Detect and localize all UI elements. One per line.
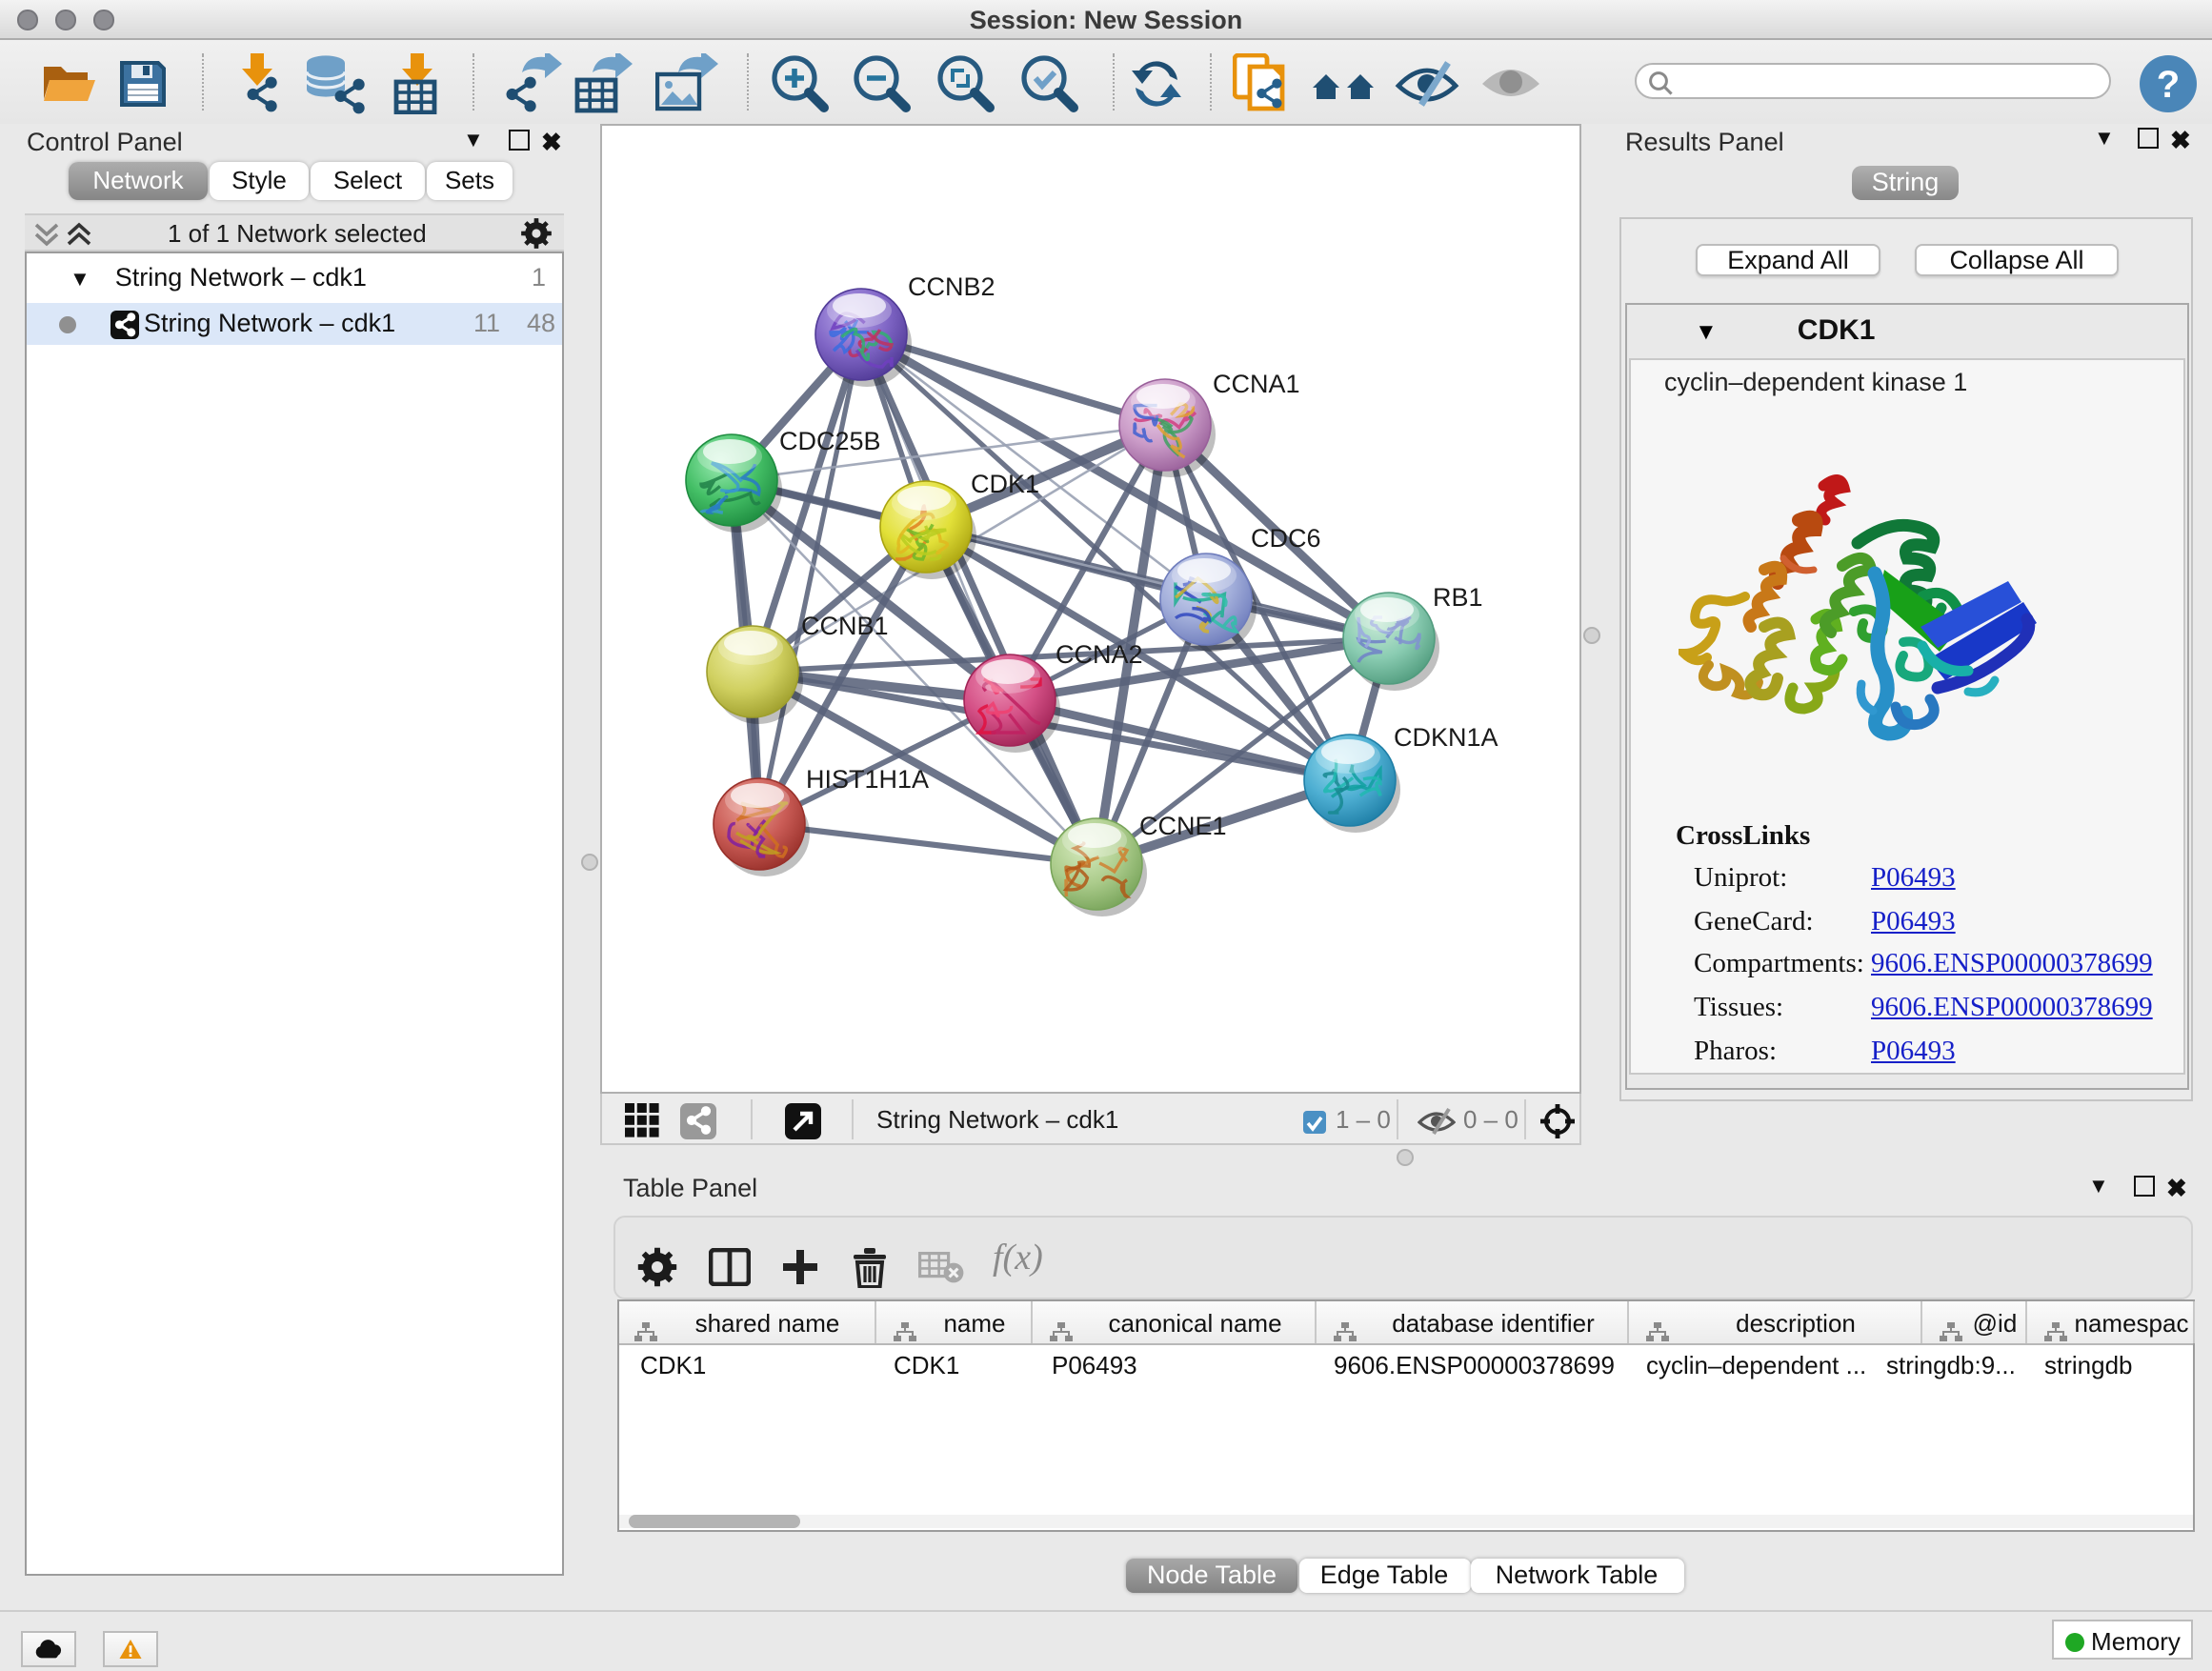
svg-text:CDKN1A: CDKN1A	[1394, 723, 1498, 752]
svg-text:CDC25B: CDC25B	[779, 427, 881, 455]
svg-text:CDC6: CDC6	[1251, 524, 1321, 553]
svg-text:CCNA1: CCNA1	[1213, 370, 1300, 398]
svg-text:CDK1: CDK1	[971, 470, 1039, 498]
svg-text:CCNA2: CCNA2	[1056, 640, 1143, 669]
svg-text:HIST1H1A: HIST1H1A	[806, 765, 929, 794]
svg-text:?: ?	[2157, 64, 2180, 106]
svg-text:CCNE1: CCNE1	[1139, 812, 1227, 840]
svg-text:RB1: RB1	[1433, 583, 1483, 612]
svg-text:CCNB2: CCNB2	[908, 272, 995, 301]
svg-text:CCNB1: CCNB1	[801, 612, 889, 640]
